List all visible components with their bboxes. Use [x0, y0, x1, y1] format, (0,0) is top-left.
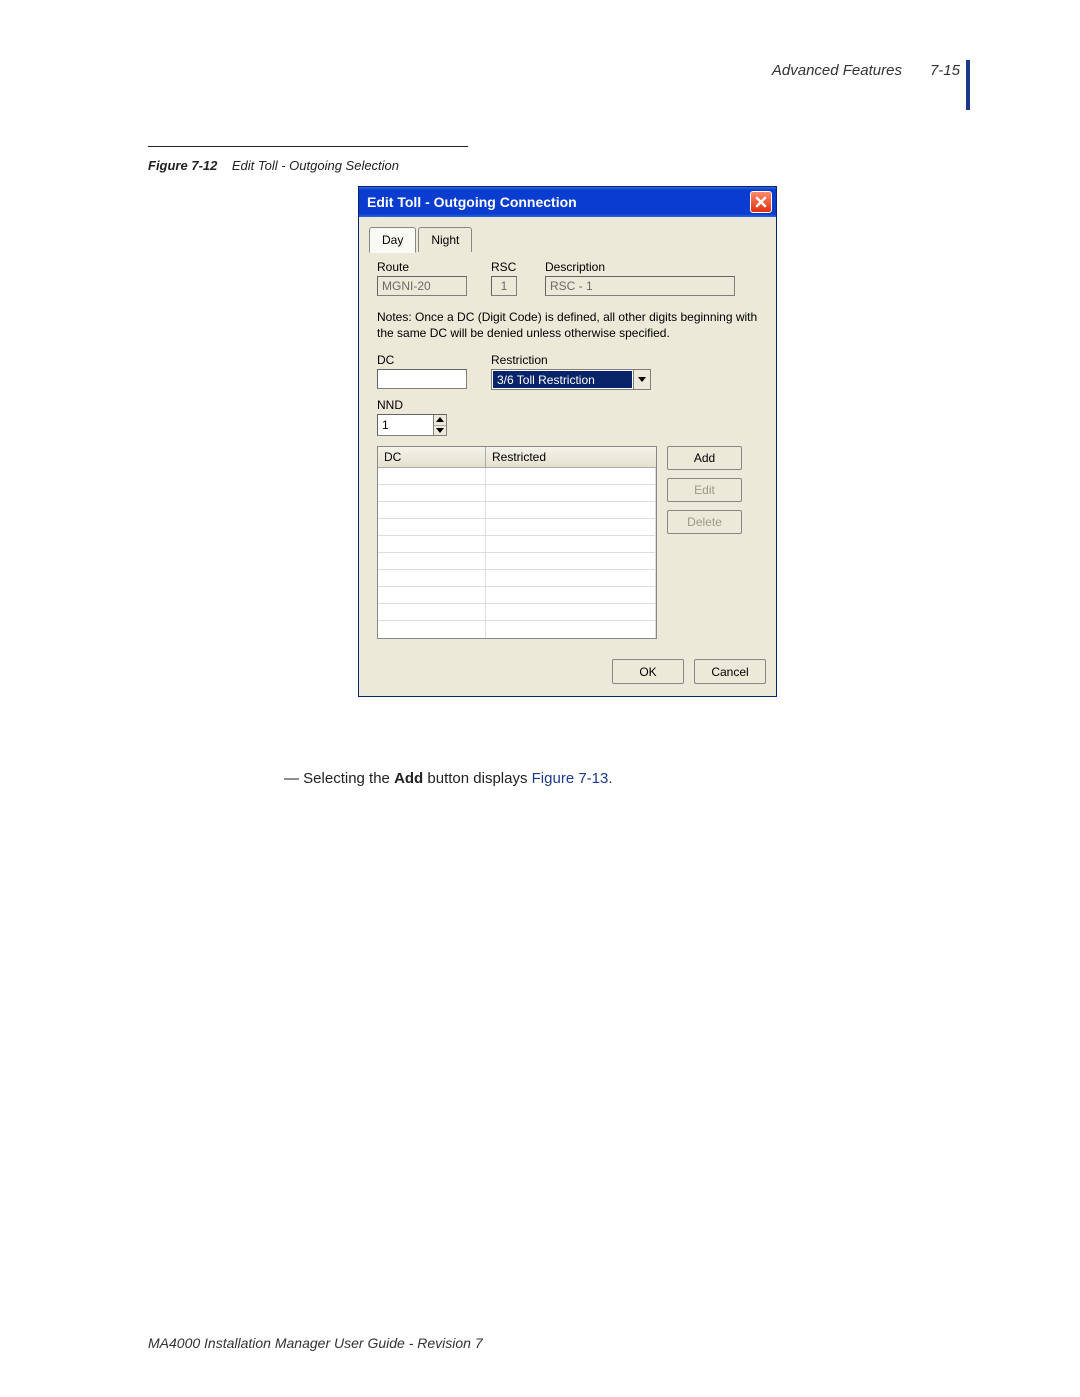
col-restricted[interactable]: Restricted	[486, 447, 656, 467]
notes-text: Notes: Once a DC (Digit Code) is defined…	[377, 310, 758, 341]
body-text: — Selecting the Add button displays Figu…	[284, 770, 613, 787]
tab-day[interactable]: Day	[369, 227, 416, 253]
table-row[interactable]	[378, 536, 656, 553]
body-suffix: .	[608, 770, 612, 787]
rsc-label: RSC	[491, 260, 531, 274]
tab-night[interactable]: Night	[418, 227, 472, 252]
nnd-label: NND	[377, 398, 447, 412]
table-row[interactable]	[378, 621, 656, 638]
close-icon	[755, 196, 767, 208]
body-mid: button displays	[423, 770, 531, 787]
header-page-number: 7-15	[930, 62, 960, 79]
nnd-input[interactable]	[378, 415, 433, 435]
table-header: DC Restricted	[378, 447, 656, 468]
cancel-button[interactable]: Cancel	[694, 659, 766, 684]
header-rule	[966, 60, 970, 110]
edit-toll-dialog: Edit Toll - Outgoing Connection Day Nigh…	[358, 186, 777, 697]
titlebar[interactable]: Edit Toll - Outgoing Connection	[359, 187, 776, 217]
rsc-input: 1	[491, 276, 517, 296]
restriction-select[interactable]: 3/6 Toll Restriction	[491, 369, 651, 390]
page-header: Advanced Features 7-15	[772, 62, 960, 79]
dialog-body: Day Night Route MGNI-20 RSC 1 Descriptio…	[359, 217, 776, 696]
table-row[interactable]	[378, 519, 656, 536]
edit-button[interactable]: Edit	[667, 478, 742, 502]
spinner-up-icon[interactable]	[434, 415, 446, 426]
table-row[interactable]	[378, 468, 656, 485]
chevron-down-icon[interactable]	[633, 370, 650, 389]
table-row[interactable]	[378, 587, 656, 604]
restriction-value: 3/6 Toll Restriction	[493, 371, 632, 388]
route-input: MGNI-20	[377, 276, 467, 296]
tabs: Day Night	[369, 227, 766, 252]
description-input: RSC - 1	[545, 276, 735, 296]
figure-caption: Figure 7-12 Edit Toll - Outgoing Selecti…	[148, 158, 399, 173]
figure-rule	[148, 146, 468, 147]
header-section: Advanced Features	[772, 62, 902, 79]
ok-button[interactable]: OK	[612, 659, 684, 684]
figure-reference-link[interactable]: Figure 7-13	[532, 770, 609, 787]
body-bold: Add	[394, 770, 423, 787]
nnd-spinner[interactable]	[377, 414, 447, 436]
figure-label: Figure 7-12	[148, 158, 217, 173]
page-footer: MA4000 Installation Manager User Guide -…	[148, 1335, 483, 1351]
dc-label: DC	[377, 353, 477, 367]
body-prefix: — Selecting the	[284, 770, 394, 787]
spinner-down-icon[interactable]	[434, 426, 446, 436]
add-button[interactable]: Add	[667, 446, 742, 470]
delete-button[interactable]: Delete	[667, 510, 742, 534]
col-dc[interactable]: DC	[378, 447, 486, 467]
close-button[interactable]	[750, 191, 772, 213]
table-row[interactable]	[378, 502, 656, 519]
table-row[interactable]	[378, 604, 656, 621]
route-label: Route	[377, 260, 477, 274]
dc-input[interactable]	[377, 369, 467, 389]
description-label: Description	[545, 260, 758, 274]
dc-table[interactable]: DC Restricted	[377, 446, 657, 639]
table-row[interactable]	[378, 485, 656, 502]
table-row[interactable]	[378, 570, 656, 587]
table-row[interactable]	[378, 553, 656, 570]
restriction-label: Restriction	[491, 353, 651, 367]
titlebar-title: Edit Toll - Outgoing Connection	[367, 194, 577, 210]
figure-caption-text: Edit Toll - Outgoing Selection	[232, 158, 399, 173]
